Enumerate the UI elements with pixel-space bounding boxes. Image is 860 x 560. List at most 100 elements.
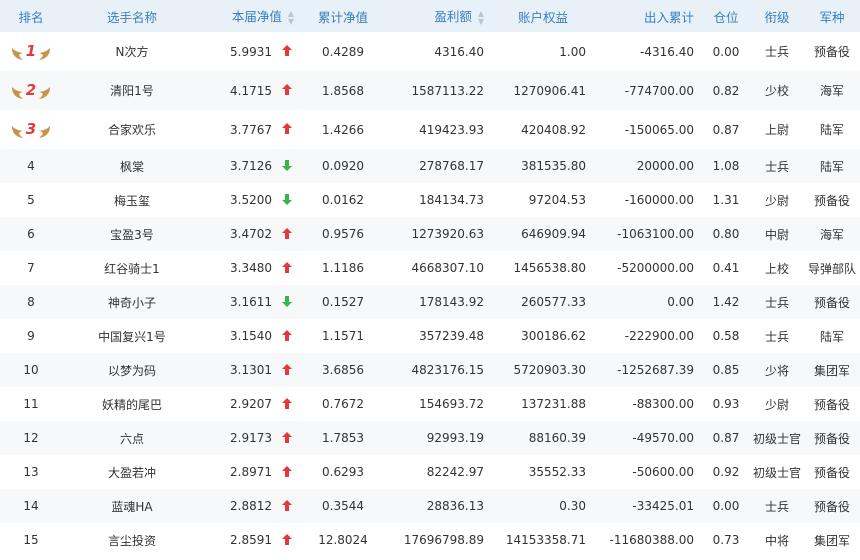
player-name[interactable]: 蓝魂HA (62, 489, 202, 523)
position: 1.31 (712, 193, 740, 207)
profit: 92993.19 (426, 431, 484, 445)
player-name[interactable]: 大盈若冲 (62, 455, 202, 489)
table-row[interactable]: 12 六点 2.9173 1.7853 92993.19 88160.39 -49570.0… (0, 421, 860, 455)
current-nav-cell: 3.7767 (202, 110, 302, 149)
military-rank: 少尉 (764, 397, 789, 412)
position: 0.00 (712, 499, 740, 513)
player-name[interactable]: 神奇小子 (62, 285, 202, 319)
rank-medal-icon: 1 (11, 41, 51, 63)
account-equity: 646909.94 (521, 227, 586, 241)
table-row[interactable]: 2 清阳1号 4.1715 1.8568 1587113.22 1270906.41 -77… (0, 71, 860, 110)
profit: 82242.97 (426, 465, 484, 479)
player-name[interactable]: 清阳1号 (62, 71, 202, 110)
table-row[interactable]: 4 枫棠 3.7126 0.0920 278768.17 381535.80 20000.0… (0, 149, 860, 183)
account-equity: 300186.62 (521, 329, 586, 343)
service-branch: 海军 (819, 227, 844, 242)
column-header-label: 累计净值 (317, 9, 368, 25)
current-nav-cell: 3.4702 (202, 217, 302, 251)
profit: 17696798.89 (403, 533, 484, 547)
column-header-profit[interactable]: 盈利额 ▲ ▼ (384, 0, 492, 32)
player-name[interactable]: 言尘投资 (62, 523, 202, 557)
arrow-up-icon (280, 123, 294, 136)
column-header-label: 本届净值 (231, 9, 282, 25)
column-header-account-equity: 账户权益 (492, 0, 594, 32)
column-header-label: 军种 (819, 9, 845, 25)
profit: 4316.40 (434, 44, 484, 59)
sort-icon[interactable]: ▲ ▼ (288, 9, 294, 26)
cumulative-nav: 1.8568 (322, 83, 364, 98)
player-name[interactable]: 梅玉玺 (62, 183, 202, 217)
arrow-up-icon (280, 261, 294, 275)
sort-icon[interactable]: ▲ ▼ (478, 9, 484, 26)
player-name[interactable]: 中国复兴1号 (62, 319, 202, 353)
column-header-player-name: 选手名称 (62, 0, 202, 32)
profit: 419423.93 (419, 122, 484, 137)
player-name[interactable]: 枫棠 (62, 149, 202, 183)
account-equity: 97204.53 (528, 193, 586, 207)
position: 0.73 (712, 533, 740, 547)
cumulative-nav: 1.1571 (322, 329, 364, 343)
column-header-cumulative-nav: 累计净值 (302, 0, 384, 32)
service-branch: 预备役 (813, 397, 850, 412)
current-nav-value: 3.1301 (230, 363, 272, 377)
table-row[interactable]: 5 梅玉玺 3.5200 0.0162 184134.73 97204.53 -160000… (0, 183, 860, 217)
player-name[interactable]: 合家欢乐 (62, 110, 202, 149)
table-row[interactable]: 10 以梦为码 3.1301 3.6856 4823176.15 5720903.30 -1… (0, 353, 860, 387)
net-flow: -4316.40 (640, 44, 694, 59)
table-row[interactable]: 8 神奇小子 3.1611 0.1527 178143.92 260577.33 0.00 1… (0, 285, 860, 319)
arrow-up-icon (280, 329, 294, 343)
position: 0.82 (712, 83, 740, 98)
table-row[interactable]: 7 红谷骑士1 3.3480 1.1186 4668307.10 1456538.80 -5… (0, 251, 860, 285)
arrow-down-icon (280, 159, 294, 173)
position: 0.93 (712, 397, 740, 411)
net-flow: -222900.00 (624, 329, 694, 343)
net-flow: -5200000.00 (617, 261, 694, 275)
player-name[interactable]: 以梦为码 (62, 353, 202, 387)
table-row[interactable]: 9 中国复兴1号 3.1540 1.1571 357239.48 300186.62 -22… (0, 319, 860, 353)
net-flow: -11680388.00 (609, 533, 695, 547)
player-name[interactable]: N次方 (62, 32, 202, 71)
table-row[interactable]: 14 蓝魂HA 2.8812 0.3544 28836.13 0.30 -33425.01 0… (0, 489, 860, 523)
account-equity: 35552.33 (528, 465, 586, 479)
service-branch: 预备役 (813, 465, 850, 480)
table-row[interactable]: 3 合家欢乐 3.7767 1.4266 419423.93 420408.92 -1500… (0, 110, 860, 149)
rank-cell: 2 (0, 71, 62, 110)
player-name[interactable]: 六点 (62, 421, 202, 455)
profit: 28836.13 (426, 499, 484, 513)
column-header-label: 出入累计 (643, 9, 694, 25)
arrow-up-icon (280, 84, 294, 97)
account-equity: 5720903.30 (513, 363, 586, 377)
table-row[interactable]: 6 宝盈3号 3.4702 0.9576 1273920.63 646909.94 -106… (0, 217, 860, 251)
current-nav-value: 2.9173 (230, 431, 272, 445)
current-nav-value: 2.8971 (230, 465, 272, 479)
table-row[interactable]: 13 大盈若冲 2.8971 0.6293 82242.97 35552.33 -50600… (0, 455, 860, 489)
net-flow: -774700.00 (624, 83, 694, 98)
table-row[interactable]: 11 妖精的尾巴 2.9207 0.7672 154693.72 137231.88 -88… (0, 387, 860, 421)
military-rank: 少校 (764, 84, 789, 98)
profit: 184134.73 (419, 193, 484, 207)
account-equity: 88160.39 (528, 431, 586, 445)
net-flow: -160000.00 (624, 193, 694, 207)
rank-cell: 5 (27, 193, 35, 207)
account-equity: 260577.33 (521, 295, 586, 309)
table-row[interactable]: 15 言尘投资 2.8591 12.8024 17696798.89 14153358.7… (0, 523, 860, 557)
table-row[interactable]: 1 N次方 5.9931 0.4289 4316.40 1.00 -4316.40 0.00 士… (0, 32, 860, 71)
military-rank: 上校 (764, 261, 789, 276)
current-nav-value: 2.8591 (230, 533, 272, 547)
current-nav-value: 3.5200 (230, 193, 272, 207)
cumulative-nav: 0.6293 (322, 465, 364, 479)
current-nav-value: 3.7767 (230, 122, 272, 137)
player-name[interactable]: 妖精的尾巴 (62, 387, 202, 421)
column-header-rank: 排名 (0, 0, 62, 32)
column-header-current-nav[interactable]: 本届净值 ▲ ▼ (202, 0, 302, 32)
player-name[interactable]: 宝盈3号 (62, 217, 202, 251)
player-name[interactable]: 红谷骑士1 (62, 251, 202, 285)
current-nav-value: 3.1540 (230, 329, 272, 343)
military-rank: 士兵 (764, 295, 789, 310)
military-rank: 少将 (764, 363, 789, 378)
cumulative-nav: 1.1186 (322, 261, 364, 275)
profit: 1587113.22 (411, 83, 484, 98)
military-rank: 士兵 (764, 329, 789, 344)
current-nav-cell: 3.7126 (202, 149, 302, 183)
military-rank: 士兵 (764, 159, 789, 174)
